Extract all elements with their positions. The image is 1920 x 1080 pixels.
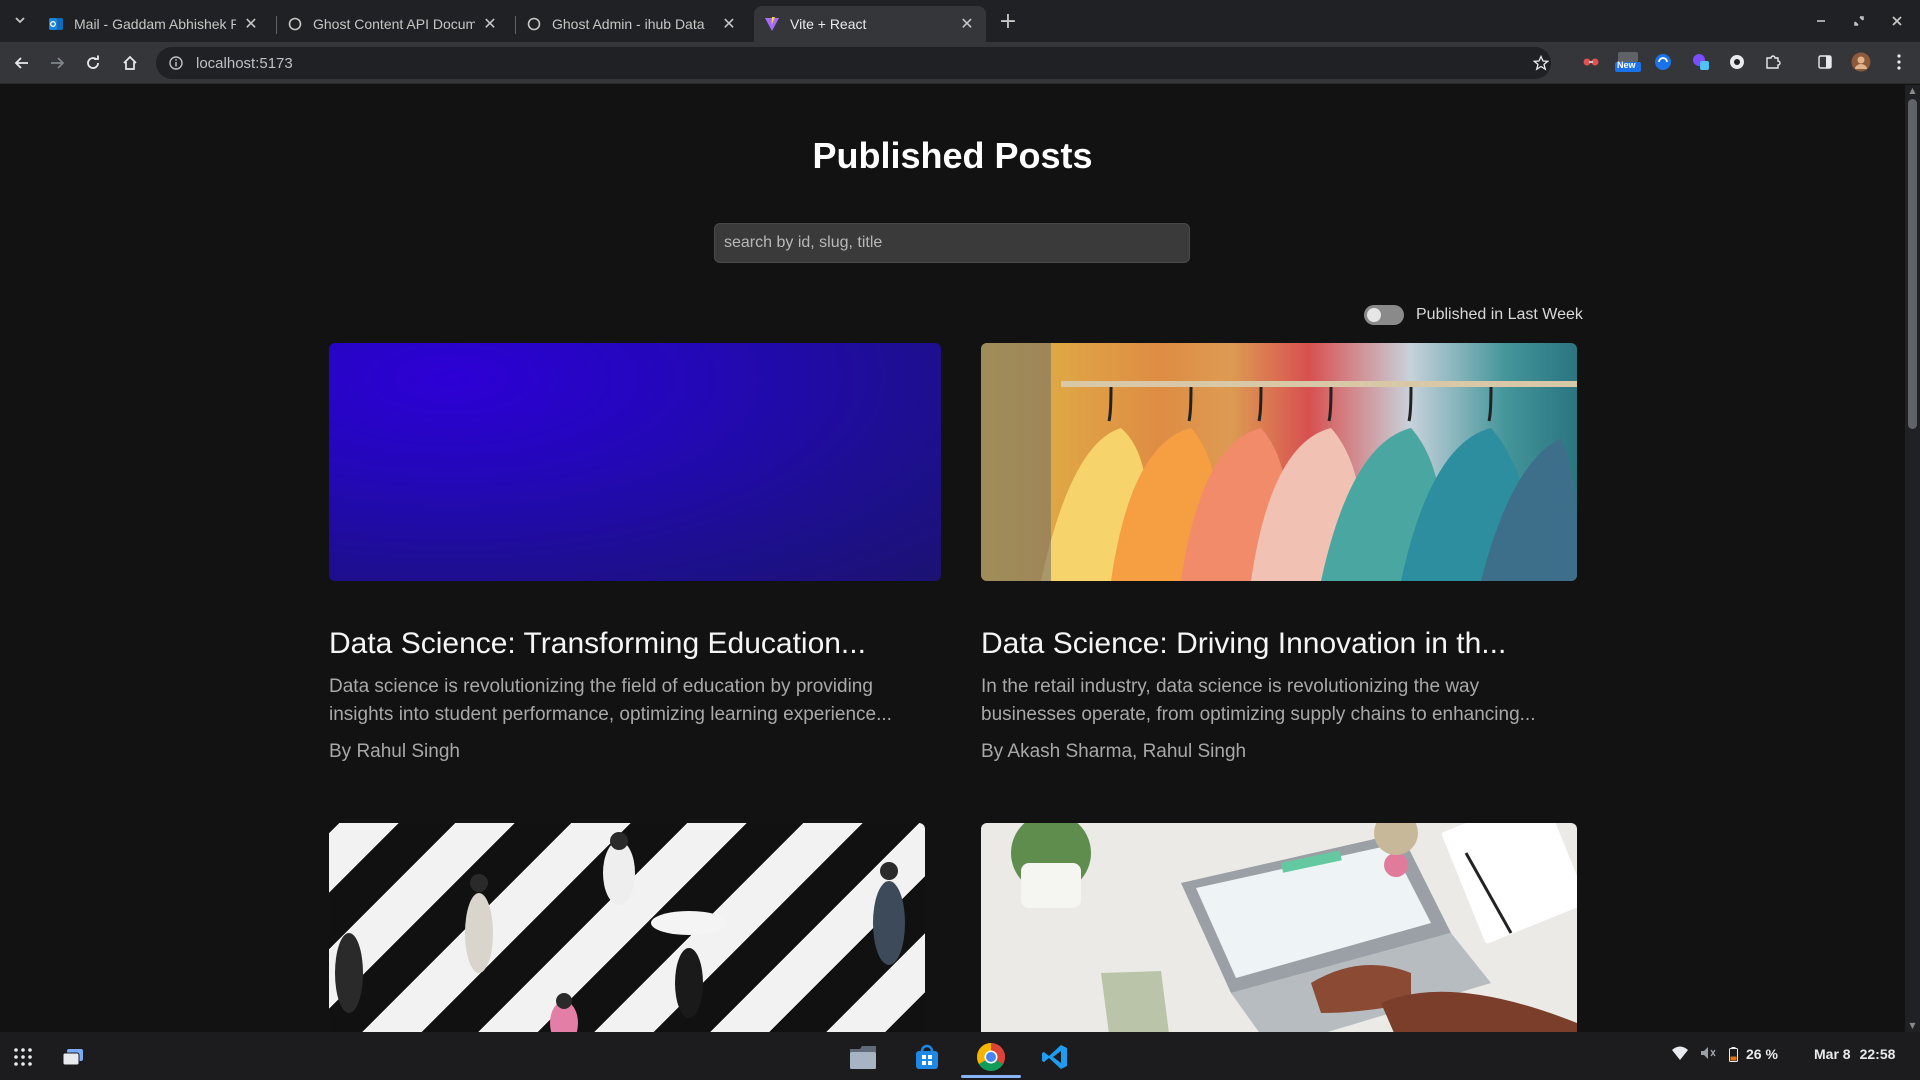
new-badge-label: New (1617, 60, 1636, 70)
tab-search-chevron-icon[interactable] (8, 8, 32, 32)
tab-mail[interactable]: Mail - Gaddam Abhishek R ✕ (38, 6, 270, 42)
outlook-icon (48, 16, 64, 32)
post-thumbnail[interactable] (329, 823, 925, 1032)
vite-icon (764, 16, 780, 32)
url-text: localhost:5173 (196, 54, 293, 72)
tab-title: Mail - Gaddam Abhishek R (74, 16, 236, 32)
tab-ghost-admin[interactable]: Ghost Admin - ihub Data ✕ (516, 6, 748, 42)
window-overview-icon[interactable] (56, 1040, 90, 1074)
close-window-icon[interactable] (1884, 8, 1910, 34)
page-scrollbar[interactable]: ▲ ▼ (1905, 85, 1920, 1032)
ghost-icon (526, 16, 542, 32)
scrollbar-thumb[interactable] (1908, 99, 1917, 429)
browser-tab-strip: Mail - Gaddam Abhishek R ✕ Ghost Content… (0, 0, 1920, 42)
search-input[interactable] (714, 223, 1190, 263)
extension-colorful-icon[interactable] (1690, 51, 1712, 73)
clothing-rack-illustration (981, 343, 1577, 581)
close-tab-icon[interactable]: ✕ (242, 14, 260, 34)
wifi-icon[interactable] (1672, 1046, 1688, 1060)
post-title[interactable]: Data Science: Transforming Education... (329, 627, 866, 661)
files-app-icon[interactable] (846, 1040, 880, 1074)
extension-white-circle-icon[interactable] (1726, 51, 1748, 73)
close-tab-icon[interactable]: ✕ (720, 14, 738, 34)
profile-avatar[interactable] (1850, 51, 1872, 73)
chrome-app-icon[interactable] (974, 1040, 1008, 1074)
post-author: By Rahul Singh (329, 741, 460, 762)
crosswalk-illustration (335, 832, 905, 1032)
tab-title: Ghost Content API Docum (313, 16, 475, 32)
last-week-filter[interactable]: Published in Last Week (1364, 303, 1583, 327)
ghost-icon (287, 16, 303, 32)
post-thumbnail[interactable] (981, 343, 1577, 581)
post-author: By Akash Sharma, Rahul Singh (981, 741, 1247, 762)
tab-vite-react[interactable]: Vite + React ✕ (754, 6, 986, 42)
extension-blue-circle-icon[interactable] (1652, 51, 1674, 73)
page-viewport: Published Posts Published in Last Week D… (0, 85, 1905, 1032)
tab-title: Vite + React (790, 16, 867, 32)
close-tab-icon[interactable]: ✕ (958, 14, 976, 34)
extension-new-badge-icon[interactable]: New (1614, 51, 1642, 73)
bookmark-star-icon[interactable] (1528, 50, 1554, 76)
post-card[interactable]: Data Science: Driving Innovation in th..… (981, 343, 1577, 763)
active-app-indicator (961, 1075, 1021, 1078)
scroll-down-icon[interactable]: ▼ (1908, 1022, 1917, 1030)
tab-title: Ghost Admin - ihub Data (552, 16, 705, 32)
post-title[interactable]: Data Science: Driving Innovation in th..… (981, 627, 1506, 661)
extension-glasses-icon[interactable] (1580, 51, 1602, 73)
laptop-desk-illustration (1011, 823, 1577, 1032)
back-icon[interactable] (9, 50, 35, 76)
side-panel-icon[interactable] (1814, 51, 1836, 73)
reload-icon[interactable] (80, 50, 106, 76)
site-info-icon[interactable] (168, 55, 184, 71)
time-text: 22:58 (1859, 1046, 1896, 1062)
battery-status[interactable]: 26 % (1729, 1046, 1778, 1062)
toggle-knob (1367, 308, 1381, 322)
close-tab-icon[interactable]: ✕ (481, 14, 499, 34)
forward-icon[interactable] (44, 50, 70, 76)
launcher-grid-icon[interactable] (6, 1040, 40, 1074)
tab-ghost-content-api[interactable]: Ghost Content API Docum ✕ (277, 6, 509, 42)
date-text: Mar 8 (1814, 1046, 1851, 1062)
home-icon[interactable] (117, 50, 143, 76)
battery-percentage: 26 % (1746, 1046, 1778, 1062)
store-app-icon[interactable] (910, 1040, 944, 1074)
post-card[interactable] (981, 823, 1577, 1032)
toggle-label: Published in Last Week (1416, 306, 1583, 323)
browser-menu-icon[interactable] (1888, 51, 1910, 73)
page-title: Published Posts (812, 135, 1093, 176)
post-excerpt: Data science is revolutionizing the fiel… (329, 676, 892, 725)
new-tab-icon[interactable]: + (995, 8, 1021, 34)
post-card[interactable] (329, 823, 925, 1032)
volume-icon[interactable] (1700, 1046, 1716, 1060)
scroll-up-icon[interactable]: ▲ (1908, 87, 1917, 95)
restore-icon[interactable] (1846, 8, 1872, 34)
post-thumbnail[interactable] (981, 823, 1577, 1032)
post-excerpt: In the retail industry, data science is … (981, 676, 1536, 725)
address-bar[interactable]: localhost:5173 (156, 47, 1551, 79)
clock[interactable]: Mar 8 22:58 (1814, 1046, 1895, 1062)
extensions-puzzle-icon[interactable] (1762, 51, 1784, 73)
battery-icon (1729, 1046, 1738, 1062)
published-last-week-toggle[interactable] (1364, 305, 1404, 325)
minimize-icon[interactable] (1808, 8, 1834, 34)
vscode-app-icon[interactable] (1038, 1040, 1072, 1074)
post-card[interactable]: Data Science: Transforming Education... … (329, 343, 941, 763)
post-thumbnail[interactable] (329, 343, 941, 581)
os-taskbar: 26 % Mar 8 22:58 (0, 1032, 1920, 1080)
